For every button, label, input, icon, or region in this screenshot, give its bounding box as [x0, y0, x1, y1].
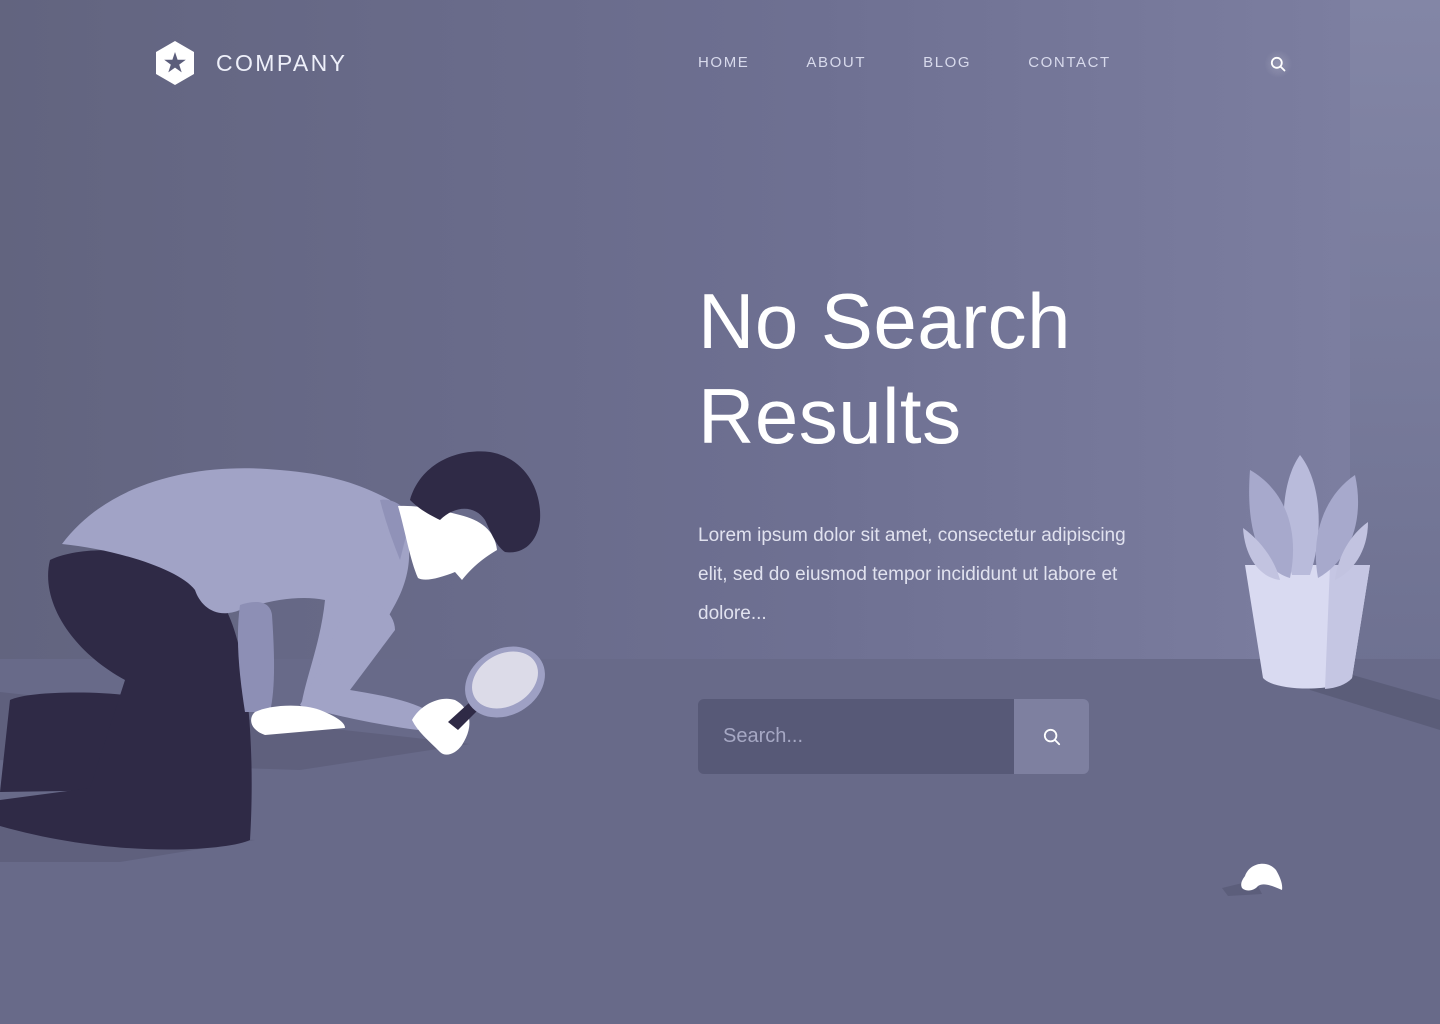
page-title-line-2: Results: [698, 372, 962, 460]
search-input[interactable]: [698, 699, 1014, 774]
nav-item-home[interactable]: HOME: [698, 54, 749, 71]
page-title-line-1: No Search: [698, 277, 1072, 365]
nav-item-about[interactable]: ABOUT: [806, 54, 866, 71]
description-text: Lorem ipsum dolor sit amet, consectetur …: [698, 525, 1126, 624]
search-icon: [1270, 56, 1286, 72]
main-nav: HOME ABOUT BLOG CONTACT: [698, 54, 1111, 71]
brand-name: COMPANY: [216, 49, 348, 76]
nav-item-blog[interactable]: BLOG: [923, 54, 971, 71]
brand-logo[interactable]: COMPANY: [154, 40, 347, 86]
search-form: [698, 699, 1089, 774]
site-header: COMPANY HOME ABOUT BLOG CONTACT: [0, 0, 1440, 126]
page-title: No Search Results: [698, 274, 1258, 464]
search-icon: [1043, 728, 1060, 745]
nav-item-contact[interactable]: CONTACT: [1028, 54, 1111, 71]
header-search-button[interactable]: [1264, 50, 1292, 78]
star-hexagon-icon: [156, 41, 194, 85]
search-submit-button[interactable]: [1014, 699, 1089, 774]
